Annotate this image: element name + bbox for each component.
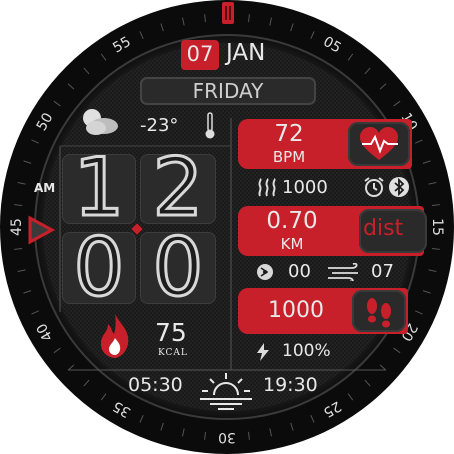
heart-icon [358, 126, 400, 162]
sunrise-time: 05:30 [128, 374, 183, 396]
heart-rate-value: 72 [274, 121, 304, 147]
thermometer-icon [203, 112, 217, 140]
weekday: FRIDAY [192, 79, 264, 103]
bezel-label-30: 30 [218, 429, 236, 445]
sun-horizon-icon [196, 371, 256, 411]
distance-label: dist [363, 216, 404, 241]
distance-value: 0.70 [266, 208, 318, 234]
charge-icon [255, 342, 271, 362]
wind-left-value: 00 [288, 261, 311, 282]
steps-value: 1000 [268, 298, 324, 323]
calories-value: 75 [155, 318, 187, 347]
partly-cloudy-icon [76, 104, 122, 138]
bluetooth-icon [388, 176, 410, 198]
battery-value: 100% [282, 341, 331, 361]
minute-tens: 0 [72, 221, 126, 314]
sunset-time: 19:30 [263, 374, 318, 396]
weather-temperature: -23° [140, 115, 179, 136]
date-day: 07 [186, 42, 214, 66]
flame-icon [96, 312, 134, 360]
bezel-label-45: 45 [9, 218, 25, 236]
wind-icon [326, 262, 362, 283]
steps-row-value: 1000 [282, 177, 328, 198]
hour-tens: 1 [72, 141, 126, 234]
minute-ones: 0 [151, 221, 205, 314]
date-month: JAN [226, 40, 266, 66]
am-pm: AM [34, 181, 56, 195]
footprints-icon [361, 292, 397, 330]
hour-ones: 2 [151, 141, 205, 234]
distance-unit: KM [280, 235, 304, 253]
calories-unit: KCAL [158, 348, 188, 358]
bezel-label-15: 15 [429, 218, 445, 236]
steps-heat-icon [256, 178, 278, 198]
alarm-icon [363, 176, 385, 198]
wind-right-value: 07 [371, 261, 394, 282]
wind-turbine-icon [253, 262, 277, 282]
heart-rate-unit: BPM [272, 148, 306, 166]
top-marker [222, 2, 234, 24]
